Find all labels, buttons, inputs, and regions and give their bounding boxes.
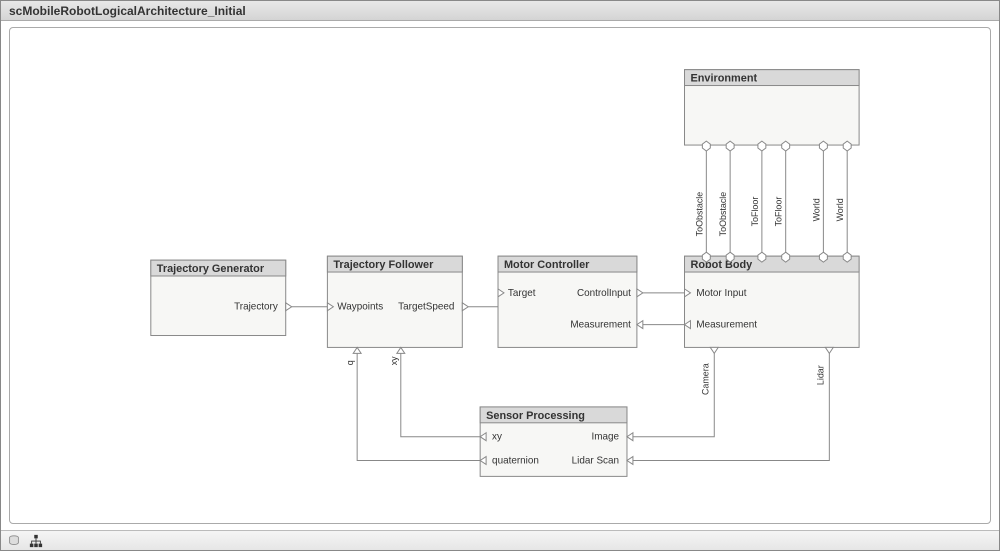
sensor-xy: xy xyxy=(492,432,502,443)
port-out-icon xyxy=(286,303,292,311)
port-out-icon xyxy=(637,289,643,297)
port-out-icon xyxy=(462,303,468,311)
motor-target: Target xyxy=(508,288,536,299)
svg-text:ToObstacle: ToObstacle xyxy=(718,192,728,237)
status-bar xyxy=(1,530,999,550)
port-in-icon xyxy=(353,347,361,353)
follower-targetspeed: TargetSpeed xyxy=(398,302,454,313)
block-motor-controller[interactable]: Motor Controller Target ControlInput Mea… xyxy=(498,256,643,347)
follower-waypoints: Waypoints xyxy=(337,302,383,313)
svg-text:ToFloor: ToFloor xyxy=(750,197,760,227)
environment-title: Environment xyxy=(690,73,757,85)
trajectory-follower-title: Trajectory Follower xyxy=(333,259,434,271)
motor-controller-title: Motor Controller xyxy=(504,259,590,271)
svg-text:World: World xyxy=(835,198,845,221)
robot-measurement: Measurement xyxy=(696,320,757,331)
port-out-icon xyxy=(825,347,833,353)
port-in-icon xyxy=(637,321,643,329)
trajectory-generator-title: Trajectory Generator xyxy=(157,263,265,275)
block-robot-body[interactable]: Robot Body Motor Input Measurement xyxy=(685,256,860,353)
block-trajectory-follower[interactable]: Trajectory Follower Waypoints TargetSpee… xyxy=(327,256,468,353)
follower-xy-label: xy xyxy=(389,356,399,365)
port-in-icon xyxy=(627,457,633,465)
port-in-icon xyxy=(397,347,405,353)
svg-text:ToObstacle: ToObstacle xyxy=(694,192,704,237)
robot-body-title: Robot Body xyxy=(690,259,752,271)
sensor-image: Image xyxy=(591,432,619,443)
diagram-canvas[interactable]: Environment Robot Body Motor Input Measu… xyxy=(9,27,991,524)
robot-motor-input: Motor Input xyxy=(696,288,746,299)
motor-measurement: Measurement xyxy=(570,320,631,331)
diagram-window: scMobileRobotLogicalArchitecture_Initial… xyxy=(0,0,1000,551)
env-ports: ToObstacle ToObstacle ToFloor xyxy=(694,141,851,262)
hierarchy-icon[interactable] xyxy=(29,534,43,548)
svg-text:ToFloor: ToFloor xyxy=(774,197,784,227)
robot-camera-label: Camera xyxy=(700,363,710,395)
block-environment[interactable]: Environment xyxy=(685,70,860,145)
window-title: scMobileRobotLogicalArchitecture_Initial xyxy=(1,1,999,21)
database-icon[interactable] xyxy=(7,534,21,548)
sensor-quaternion: quaternion xyxy=(492,455,539,466)
block-sensor-processing[interactable]: Sensor Processing xy quaternion Image Li… xyxy=(480,407,633,476)
robot-lidar-label: Lidar xyxy=(815,365,825,385)
block-trajectory-generator[interactable]: Trajectory Generator Trajectory xyxy=(151,260,292,335)
svg-text:World: World xyxy=(811,198,821,221)
port-out-icon xyxy=(710,347,718,353)
motor-control-input: ControlInput xyxy=(577,288,631,299)
sensor-lidarscan: Lidar Scan xyxy=(572,455,619,466)
generator-trajectory: Trajectory xyxy=(234,302,278,313)
sensor-processing-title: Sensor Processing xyxy=(486,410,585,422)
port-in-icon xyxy=(627,433,633,441)
follower-q-label: q xyxy=(345,360,355,365)
